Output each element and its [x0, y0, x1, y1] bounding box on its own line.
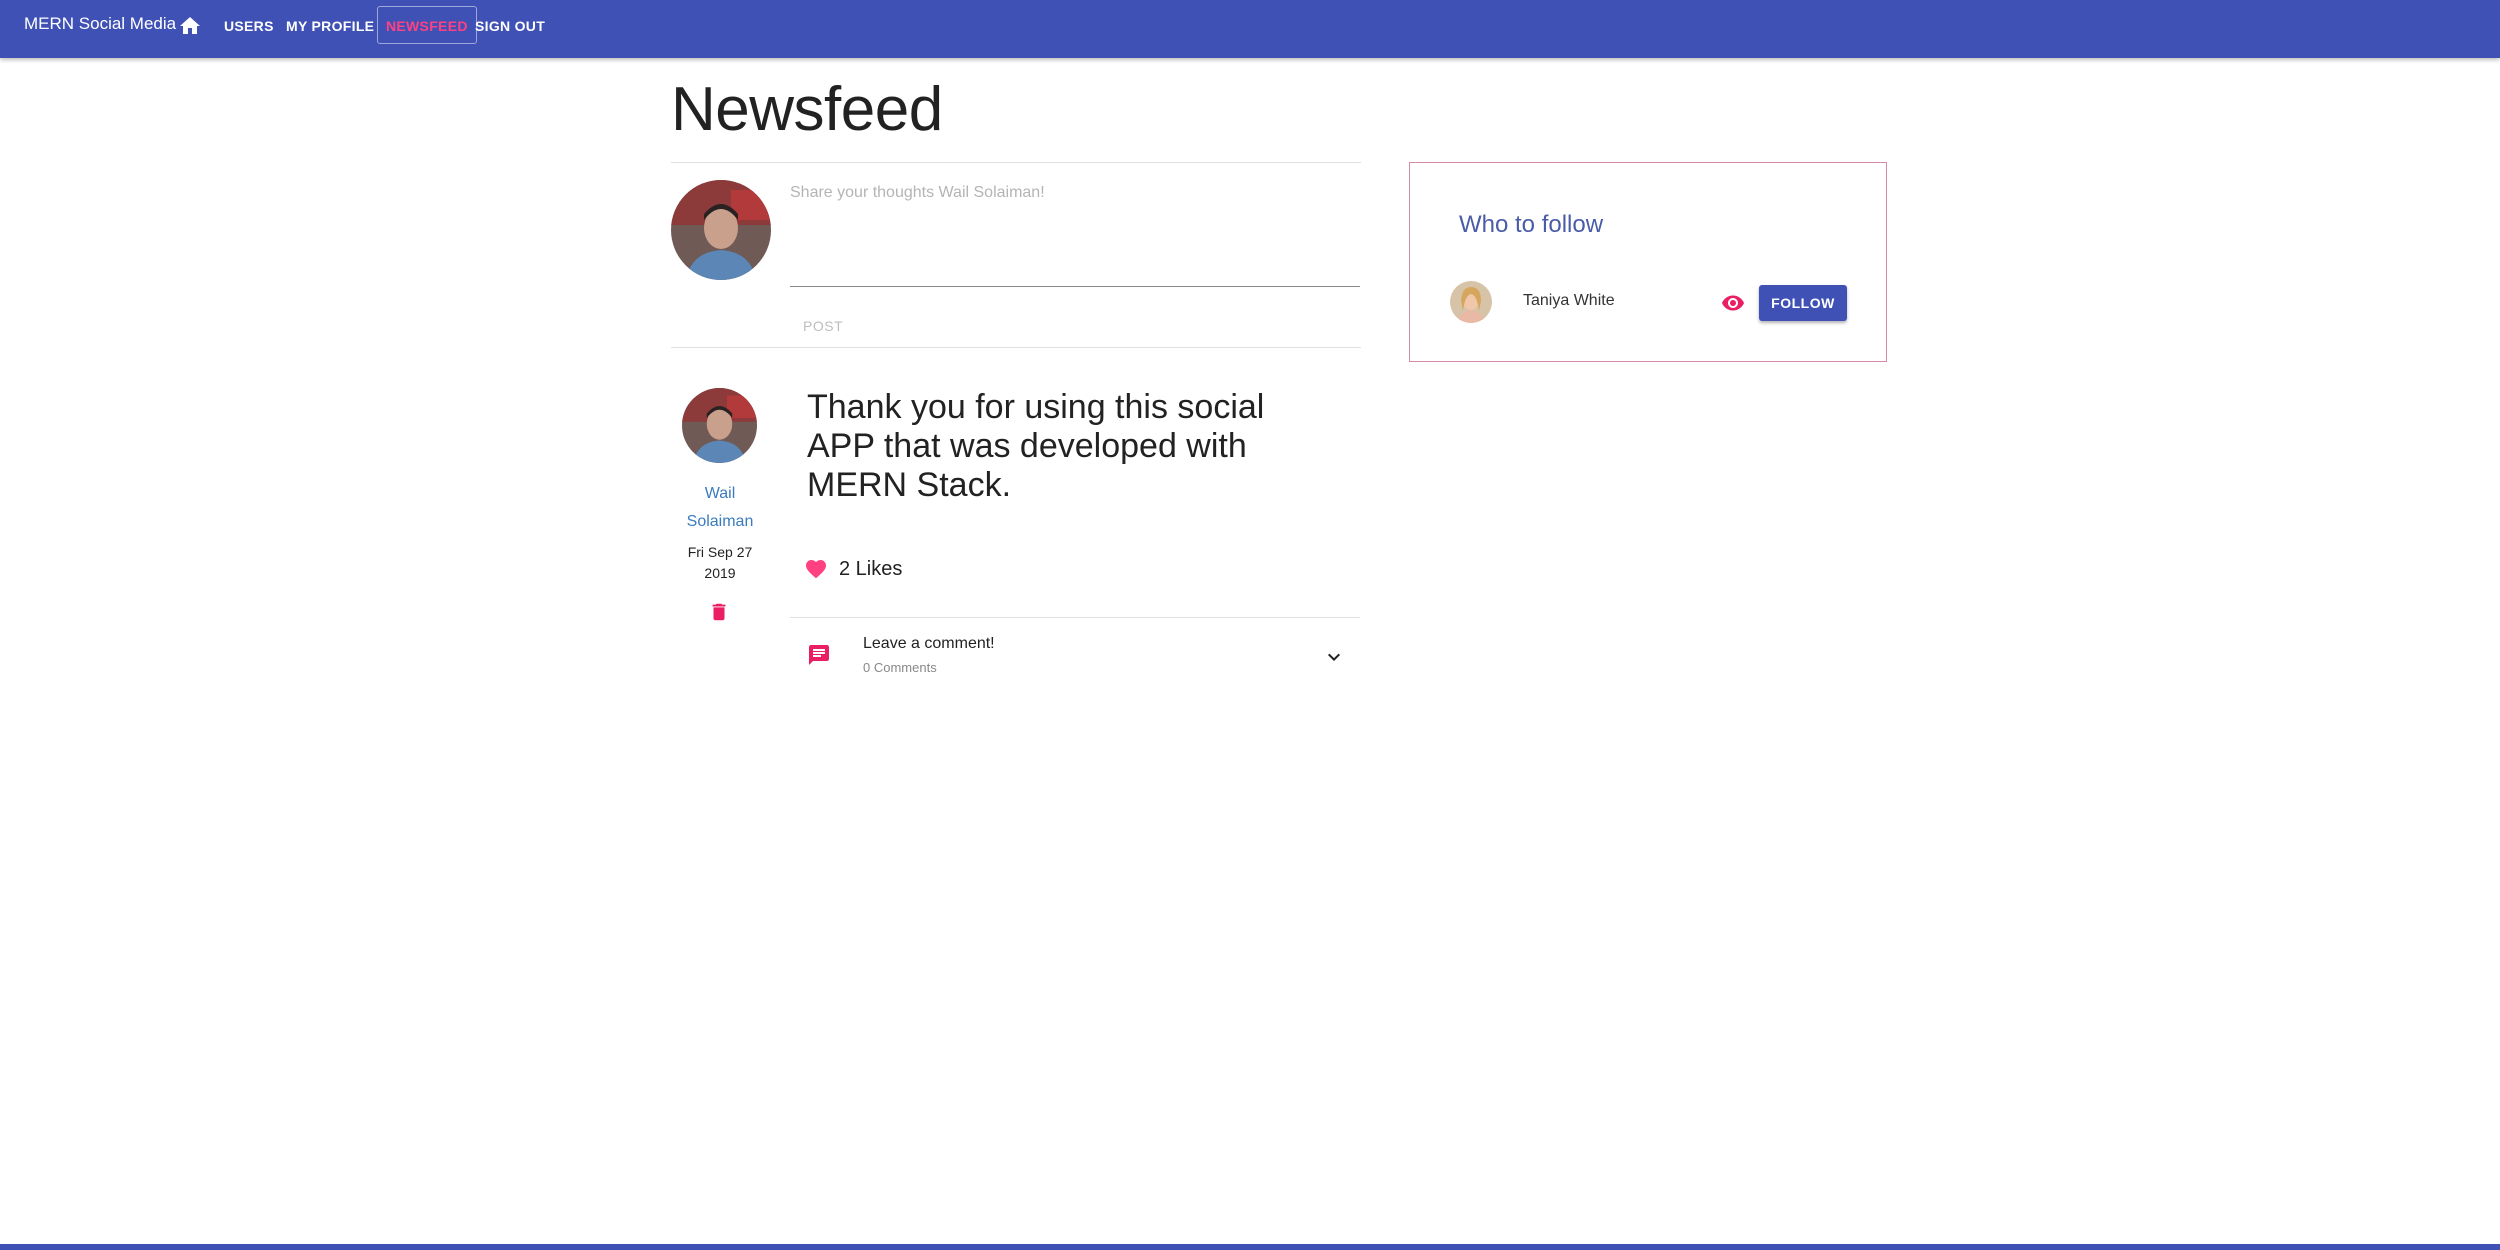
nav-my-profile[interactable]: MY PROFILE: [286, 15, 374, 37]
post-input[interactable]: [790, 184, 1360, 284]
comment-toggle-label[interactable]: Leave a comment!: [863, 635, 995, 653]
divider: [671, 162, 1361, 163]
like-count: 2 Likes: [839, 558, 903, 580]
post-author-last: Solaiman: [686, 513, 754, 530]
post-input-underline: [790, 286, 1360, 287]
comment-icon: [807, 643, 831, 667]
suggested-user-name[interactable]: Taniya White: [1523, 292, 1615, 310]
who-to-follow-title: Who to follow: [1459, 211, 1604, 238]
nav-newsfeed[interactable]: NEWSFEED: [377, 6, 477, 44]
nav-users[interactable]: USERS: [224, 15, 274, 37]
suggested-user-avatar[interactable]: [1450, 281, 1492, 323]
follow-button[interactable]: FOLLOW: [1759, 285, 1847, 321]
chevron-down-icon[interactable]: [1322, 645, 1346, 669]
app-bar: MERN Social Media USERS MY PROFILE NEWSF…: [0, 0, 2500, 58]
app-brand: MERN Social Media: [24, 14, 177, 33]
post-date-line2: 2019: [704, 565, 736, 581]
eye-icon[interactable]: [1721, 291, 1745, 315]
comment-count: 0 Comments: [863, 660, 937, 675]
who-to-follow-panel: Who to follow Taniya White FOLLOW: [1409, 162, 1887, 362]
divider: [790, 617, 1360, 618]
post-date-line1: Fri Sep 27: [687, 544, 753, 560]
bottom-bar: [0, 1244, 2500, 1250]
current-user-avatar: [671, 180, 771, 280]
home-icon[interactable]: [178, 14, 202, 38]
heart-icon[interactable]: [803, 557, 829, 581]
post-date: Fri Sep 27 2019: [670, 542, 770, 584]
page-title: Newsfeed: [671, 75, 943, 144]
post-author-avatar[interactable]: [682, 388, 757, 463]
post-text: Thank you for using this social APP that…: [807, 388, 1265, 504]
delete-icon[interactable]: [708, 600, 730, 624]
divider: [671, 347, 1361, 348]
post-button[interactable]: POST: [803, 318, 843, 334]
post-author-first: Wail: [704, 485, 736, 502]
nav-sign-out[interactable]: SIGN OUT: [475, 15, 545, 37]
post-author-link[interactable]: Wail Solaiman: [670, 480, 770, 536]
